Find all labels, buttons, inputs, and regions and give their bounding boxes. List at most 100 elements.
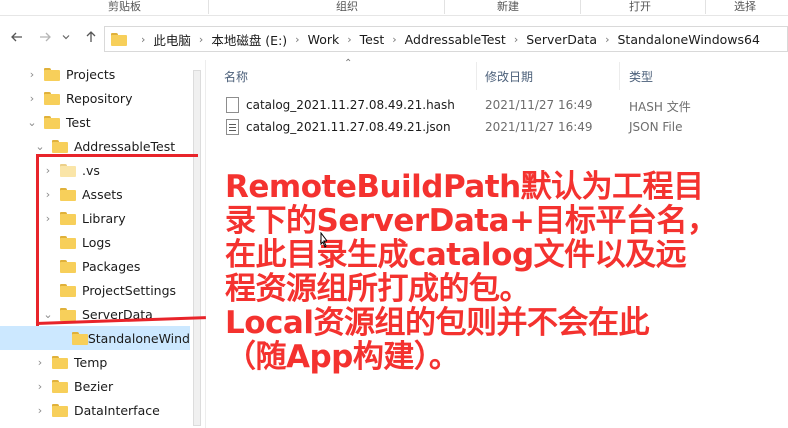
breadcrumb: › 此电脑 › 本地磁盘 (E:) › Work › Test › Addres… — [133, 27, 760, 51]
folder-icon — [60, 163, 76, 177]
column-header-name[interactable]: 名称 — [224, 68, 248, 85]
file-name: catalog_2021.11.27.08.49.21.hash — [246, 98, 455, 112]
folder-icon — [52, 379, 68, 393]
ribbon-separator — [580, 0, 581, 14]
chevron-right-icon[interactable]: › — [34, 356, 46, 369]
chevron-down-icon[interactable]: ⌄ — [26, 116, 38, 129]
tree-item-datainterface[interactable]: › DataInterface — [34, 398, 160, 422]
tree-item-repository[interactable]: › Repository — [26, 86, 133, 110]
tree-item-label: Repository — [66, 90, 133, 106]
tree-item-label: Projects — [66, 66, 116, 82]
address-bar[interactable]: › 此电脑 › 本地磁盘 (E:) › Work › Test › Addres… — [104, 26, 788, 52]
annotation-text: RemoteBuildPath默认为工程目 录下的ServerData+目标平台… — [225, 169, 718, 375]
navigation-bar: › 此电脑 › 本地磁盘 (E:) › Work › Test › Addres… — [0, 22, 788, 56]
folder-icon — [44, 115, 60, 129]
breadcrumb-test[interactable]: Test — [360, 32, 385, 47]
annotation-box-left — [36, 154, 39, 326]
arrow-left-icon[interactable] — [8, 30, 26, 48]
arrow-right-icon[interactable] — [36, 30, 54, 48]
tree-item-test[interactable]: ⌄ Test — [26, 110, 91, 134]
tree-item-library[interactable]: › Library — [42, 206, 126, 230]
breadcrumb-work[interactable]: Work — [308, 32, 340, 47]
column-separator[interactable] — [476, 62, 477, 90]
tree-item-packages[interactable]: Packages — [42, 254, 140, 278]
tree-item-logs[interactable]: Logs — [42, 230, 111, 254]
mouse-cursor-icon — [317, 231, 328, 248]
chevron-right-icon[interactable]: › — [199, 33, 203, 46]
folder-icon — [60, 211, 76, 225]
file-row[interactable]: catalog_2021.11.27.08.49.21.hash 2021/11… — [224, 94, 784, 116]
file-row[interactable]: catalog_2021.11.27.08.49.21.json 2021/11… — [224, 116, 784, 138]
ribbon-group-open: 打开 — [629, 0, 651, 13]
chevron-down-icon[interactable]: ⌄ — [34, 140, 46, 153]
scrollbar-thumb[interactable] — [193, 70, 201, 426]
file-icon — [226, 97, 239, 113]
tree-item-label: Test — [66, 114, 91, 130]
chevron-right-icon[interactable]: › — [295, 33, 299, 46]
folder-icon — [60, 307, 76, 321]
file-date: 2021/11/27 16:49 — [485, 120, 593, 134]
chevron-right-icon[interactable]: › — [34, 404, 46, 417]
folder-icon — [71, 331, 88, 345]
json-file-icon — [226, 119, 239, 135]
folder-icon — [44, 67, 60, 81]
breadcrumb-drive-e[interactable]: 本地磁盘 (E:) — [211, 30, 287, 49]
chevron-right-icon[interactable]: › — [347, 33, 351, 46]
ribbon-group-clipboard: 剪贴板 — [108, 0, 141, 13]
chevron-down-icon[interactable]: ⌄ — [42, 308, 54, 321]
tree-item-bezier[interactable]: › Bezier — [34, 374, 113, 398]
annotation-box-top — [36, 154, 198, 157]
breadcrumb-addressabletest[interactable]: AddressableTest — [405, 32, 506, 47]
tree-item-label: Logs — [82, 234, 111, 250]
ribbon-group-labels: 剪贴板 组织 新建 打开 选择 — [0, 0, 788, 16]
chevron-right-icon[interactable]: › — [34, 380, 46, 393]
folder-icon — [60, 283, 76, 297]
chevron-right-icon[interactable]: › — [26, 68, 38, 81]
chevron-down-icon[interactable] — [60, 30, 72, 48]
folder-icon — [60, 187, 76, 201]
ribbon-separator — [444, 0, 445, 14]
tree-item-assets[interactable]: › Assets — [42, 182, 123, 206]
tree-item-label: Bezier — [74, 378, 114, 394]
folder-icon — [52, 139, 68, 153]
tree-item-label: Packages — [82, 258, 141, 274]
chevron-right-icon[interactable]: › — [42, 212, 54, 225]
file-date: 2021/11/27 16:49 — [485, 98, 593, 112]
tree-item-label: Temp — [74, 354, 108, 370]
chevron-right-icon[interactable]: › — [42, 164, 54, 177]
tree-item-label: Assets — [82, 186, 123, 202]
chevron-right-icon[interactable]: › — [42, 188, 54, 201]
breadcrumb-standalonewindows64[interactable]: StandaloneWindows64 — [617, 32, 759, 47]
folder-icon — [111, 33, 127, 46]
tree-item-vs[interactable]: › .vs — [42, 158, 100, 182]
breadcrumb-this-pc[interactable]: 此电脑 — [153, 30, 191, 49]
chevron-right-icon[interactable]: › — [392, 33, 396, 46]
arrow-up-icon[interactable] — [82, 30, 100, 48]
tree-item-projectsettings[interactable]: ProjectSettings — [42, 278, 176, 302]
folder-icon — [52, 355, 68, 369]
chevron-right-icon[interactable]: › — [26, 92, 38, 105]
tree-item-projects[interactable]: › Projects — [26, 62, 115, 86]
tree-item-temp[interactable]: › Temp — [34, 350, 108, 374]
tree-item-label: AddressableTest — [74, 138, 176, 154]
pane-divider[interactable] — [205, 60, 206, 428]
breadcrumb-serverdata[interactable]: ServerData — [526, 32, 597, 47]
column-header-date[interactable]: 修改日期 — [485, 68, 533, 85]
folder-icon — [44, 91, 60, 105]
tree-item-label: DataInterface — [74, 402, 160, 418]
ribbon-group-new: 新建 — [497, 0, 519, 13]
chevron-right-icon[interactable]: › — [141, 33, 145, 46]
file-type: JSON File — [629, 120, 683, 134]
column-header-type[interactable]: 类型 — [629, 68, 653, 85]
navigation-scrollbar[interactable] — [190, 66, 204, 428]
column-separator[interactable] — [619, 62, 620, 90]
tree-item-label: .vs — [82, 162, 100, 178]
chevron-right-icon[interactable]: › — [605, 33, 609, 46]
ribbon-separator — [208, 0, 209, 14]
chevron-right-icon[interactable]: › — [514, 33, 518, 46]
ribbon-separator — [705, 0, 706, 14]
tree-item-label: ProjectSettings — [82, 282, 177, 298]
ribbon-group-select: 选择 — [734, 0, 756, 13]
tree-item-standalonewindows64[interactable]: StandaloneWind — [0, 326, 190, 350]
file-name: catalog_2021.11.27.08.49.21.json — [246, 120, 451, 134]
